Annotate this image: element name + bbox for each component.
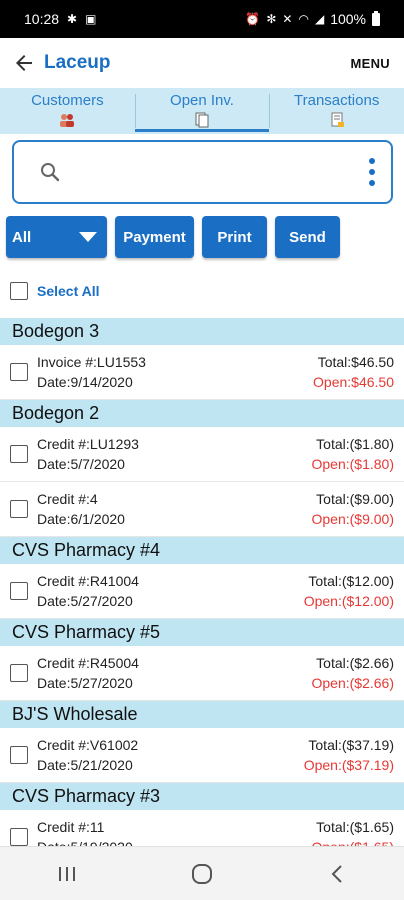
open-amount: Open:($2.66) <box>311 675 395 691</box>
total-amount: Total:($2.66) <box>316 655 394 671</box>
open-amount: Open:($37.19) <box>303 757 394 773</box>
dropdown-caret-icon <box>79 232 97 242</box>
total-amount: Total:($1.65) <box>316 819 394 835</box>
total-amount: Total:($37.19) <box>308 737 394 753</box>
tab-transactions[interactable]: Transactions <box>269 88 404 134</box>
select-all-label[interactable]: Select All <box>37 283 100 299</box>
open-amount: Open:$46.50 <box>313 374 394 390</box>
notification-icon: ✱ <box>67 12 78 26</box>
battery-percent: 100% <box>330 11 366 27</box>
row-checkbox[interactable] <box>10 500 28 518</box>
action-bar: All Payment Print Send <box>6 216 340 258</box>
system-back-icon <box>331 864 342 883</box>
more-options-icon[interactable] <box>369 158 375 186</box>
tab-open-invoices[interactable]: Open Inv. <box>134 88 270 134</box>
document-number: Credit #:11 <box>37 819 105 835</box>
select-all-checkbox[interactable] <box>10 282 28 300</box>
signal-icon: ◢ <box>314 12 325 26</box>
document-number: Credit #:LU1293 <box>37 436 139 452</box>
document-date: Date:6/1/2020 <box>37 511 125 527</box>
customers-icon <box>60 114 75 127</box>
documents-icon <box>195 112 209 128</box>
row-checkbox[interactable] <box>10 664 28 682</box>
home-button[interactable] <box>182 859 222 889</box>
status-time: 10:28 <box>24 11 60 27</box>
status-bar: 10:28 ✱ ▣ ⏰ ✻ ✕ ◠ ◢ 100% <box>0 0 404 38</box>
open-amount: Open:($9.00) <box>311 511 395 527</box>
document-date: Date:9/14/2020 <box>37 374 133 390</box>
filter-dropdown[interactable]: All <box>6 216 107 258</box>
row-checkbox[interactable] <box>10 582 28 600</box>
tab-label: Customers <box>31 92 104 109</box>
home-icon <box>191 863 212 884</box>
filter-value: All <box>12 228 32 246</box>
document-number: Credit #:R45004 <box>37 655 139 671</box>
document-number: Credit #:4 <box>37 491 98 507</box>
tab-customers[interactable]: Customers <box>0 88 135 134</box>
select-all[interactable]: Select All <box>10 282 100 300</box>
group-header: CVS Pharmacy #5 <box>0 619 404 646</box>
tab-bar: Customers Open Inv. Transactions <box>0 88 404 134</box>
document-number: Invoice #:LU1553 <box>37 354 146 370</box>
wifi-icon: ◠ <box>298 12 309 26</box>
print-button[interactable]: Print <box>202 216 267 258</box>
document-date: Date:5/27/2020 <box>37 593 133 609</box>
group-header: CVS Pharmacy #4 <box>0 537 404 564</box>
list-item[interactable]: Credit #:R41004 Date:5/27/2020 Total:($1… <box>0 564 404 619</box>
list-item[interactable]: Credit #:4 Date:6/1/2020 Total:($9.00) O… <box>0 482 404 537</box>
row-checkbox[interactable] <box>10 746 28 764</box>
image-notification-icon: ▣ <box>85 12 97 26</box>
row-checkbox[interactable] <box>10 363 28 381</box>
total-amount: Total:$46.50 <box>317 354 394 370</box>
total-amount: Total:($1.80) <box>316 436 394 452</box>
document-date: Date:5/21/2020 <box>37 757 133 773</box>
total-amount: Total:($12.00) <box>308 573 394 589</box>
alarm-icon: ⏰ <box>245 12 261 26</box>
menu-button[interactable]: MENU <box>351 56 390 71</box>
list-item[interactable]: Credit #:R45004 Date:5/27/2020 Total:($2… <box>0 646 404 701</box>
system-back-button[interactable] <box>317 859 357 889</box>
document-date: Date:5/27/2020 <box>37 675 133 691</box>
page-title: Laceup <box>44 52 111 73</box>
row-checkbox[interactable] <box>10 828 28 846</box>
group-header: BJ'S Wholesale <box>0 701 404 728</box>
battery-icon <box>372 10 380 26</box>
recent-apps-button[interactable] <box>47 859 87 889</box>
document-date: Date:5/7/2020 <box>37 456 125 472</box>
app-bar: Laceup MENU <box>0 38 404 88</box>
tab-label: Transactions <box>294 92 380 109</box>
search-icon <box>41 163 60 182</box>
send-button[interactable]: Send <box>275 216 340 258</box>
group-header: Bodegon 3 <box>0 318 404 345</box>
recent-apps-icon <box>59 866 76 881</box>
list-item[interactable]: Credit #:LU1293 Date:5/7/2020 Total:($1.… <box>0 427 404 482</box>
back-arrow-icon[interactable] <box>12 51 36 75</box>
document-number: Credit #:V61002 <box>37 737 139 753</box>
search-input[interactable] <box>72 163 369 181</box>
open-amount: Open:($12.00) <box>303 593 394 609</box>
row-checkbox[interactable] <box>10 445 28 463</box>
list-item[interactable]: Credit #:V61002 Date:5/21/2020 Total:($3… <box>0 728 404 783</box>
system-nav-bar <box>0 846 404 900</box>
invoice-list: Bodegon 3 Invoice #:LU1553 Date:9/14/202… <box>0 318 404 865</box>
document-number: Credit #:R41004 <box>37 573 139 589</box>
group-header: Bodegon 2 <box>0 400 404 427</box>
tab-label: Open Inv. <box>170 92 234 109</box>
open-amount: Open:($1.80) <box>311 456 395 472</box>
total-amount: Total:($9.00) <box>316 491 394 507</box>
list-item[interactable]: Invoice #:LU1553 Date:9/14/2020 Total:$4… <box>0 345 404 400</box>
bluetooth-icon: ✻ <box>266 12 277 26</box>
search-box <box>12 140 393 204</box>
group-header: CVS Pharmacy #3 <box>0 783 404 810</box>
payment-button[interactable]: Payment <box>115 216 194 258</box>
transactions-icon <box>331 112 344 127</box>
mute-icon: ✕ <box>282 12 293 26</box>
